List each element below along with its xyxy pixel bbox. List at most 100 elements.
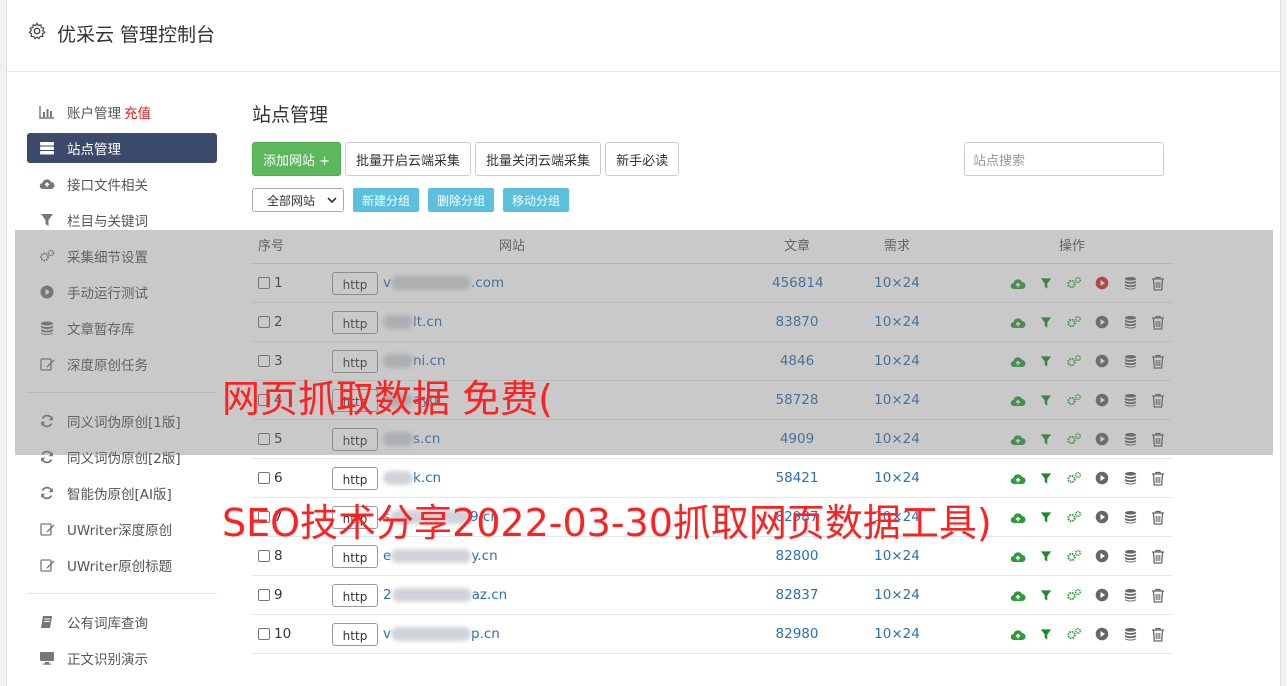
row-number: 8	[274, 548, 283, 564]
site-suffix: y.cn	[471, 548, 498, 564]
sidebar-item-11[interactable]: UWriter深度原创	[27, 511, 217, 547]
site-link[interactable]: e y.cn	[383, 548, 498, 564]
http-badge[interactable]: http	[332, 466, 378, 490]
cogs-icon[interactable]	[1060, 627, 1088, 641]
site-suffix: k.cn	[413, 470, 442, 486]
chevron-down-icon	[327, 197, 337, 204]
trash-icon[interactable]	[1144, 471, 1172, 486]
sidebar-item-label: 公有词库查询	[67, 616, 148, 632]
refresh-icon	[39, 485, 55, 501]
cogs-icon[interactable]	[1060, 471, 1088, 485]
sidebar-item-label: 账户管理	[67, 106, 121, 122]
site-prefix: 2	[383, 587, 392, 603]
group-bar: 全部网站 新建分组 删除分组 移动分组	[252, 188, 570, 212]
sidebar-item-1[interactable]: 站点管理	[27, 133, 217, 163]
filter-icon[interactable]	[1032, 589, 1060, 602]
batch-close-button[interactable]: 批量关闭云端采集	[475, 142, 602, 176]
filter-icon[interactable]	[1032, 472, 1060, 485]
site-link[interactable]: v p.cn	[383, 626, 500, 642]
sidebar-item-14[interactable]: 正文识别演示	[27, 640, 217, 676]
articles-count[interactable]: 82837	[772, 587, 822, 603]
trash-icon[interactable]	[1144, 549, 1172, 564]
row-checkbox[interactable]	[258, 628, 270, 640]
row-number-cell: 6	[252, 470, 332, 486]
group-select-value: 全部网站	[267, 193, 316, 208]
site-cell: http v p.cn	[332, 622, 772, 646]
play-icon[interactable]	[1088, 471, 1116, 485]
http-badge[interactable]: http	[332, 544, 378, 568]
group-select[interactable]: 全部网站	[252, 188, 344, 212]
play-icon[interactable]	[1088, 549, 1116, 563]
need-value[interactable]: 10×24	[822, 470, 972, 486]
site-search-input[interactable]: 站点搜索	[964, 142, 1164, 176]
cloud-upload-icon[interactable]	[1004, 550, 1032, 563]
redaction-blur	[391, 627, 471, 641]
delete-group-button[interactable]: 删除分组	[428, 188, 495, 212]
database-icon[interactable]	[1116, 627, 1144, 641]
row-actions	[972, 627, 1172, 642]
page-title: 站点管理	[252, 104, 329, 126]
cogs-icon[interactable]	[1060, 588, 1088, 602]
row-checkbox[interactable]	[258, 472, 270, 484]
new-group-button[interactable]: 新建分组	[353, 188, 420, 212]
filter-icon[interactable]	[1032, 628, 1060, 641]
database-icon[interactable]	[1116, 471, 1144, 485]
filter-icon[interactable]	[1032, 550, 1060, 563]
trash-icon[interactable]	[1144, 627, 1172, 642]
recharge-link[interactable]: 充值	[124, 102, 151, 122]
batch-open-button[interactable]: 批量开启云端采集	[345, 142, 472, 176]
sidebar-item-10[interactable]: 智能伪原创[AI版]	[27, 475, 217, 511]
row-checkbox[interactable]	[258, 550, 270, 562]
toolbar: 添加网站 + 批量开启云端采集 批量关闭云端采集 新手必读	[252, 142, 680, 176]
table-row: 10 http v p.cn 82980 10×24	[252, 615, 1172, 654]
site-link[interactable]: 2 az.cn	[383, 587, 507, 603]
main-content: 站点管理 添加网站 + 批量开启云端采集 批量关闭云端采集 新手必读 站点搜索 …	[252, 100, 1172, 654]
cogs-icon[interactable]	[1060, 510, 1088, 524]
sidebar-item-label: 接口文件相关	[67, 178, 148, 194]
row-number: 6	[274, 470, 283, 486]
cloud-upload-icon[interactable]	[1004, 511, 1032, 524]
play-icon[interactable]	[1088, 588, 1116, 602]
articles-count[interactable]: 58421	[772, 470, 822, 486]
articles-count[interactable]: 82800	[772, 548, 822, 564]
site-suffix: p.cn	[471, 626, 500, 642]
database-icon[interactable]	[1116, 510, 1144, 524]
database-icon[interactable]	[1116, 549, 1144, 563]
sidebar-item-12[interactable]: UWriter原创标题	[27, 547, 217, 583]
redaction-blur	[391, 588, 472, 602]
cloud-upload-icon[interactable]	[1004, 628, 1032, 641]
gear-icon[interactable]	[28, 22, 46, 40]
sidebar-item-label: 站点管理	[67, 142, 121, 158]
guide-button[interactable]: 新手必读	[605, 142, 680, 176]
http-badge[interactable]: http	[332, 622, 378, 646]
move-group-button[interactable]: 移动分组	[503, 188, 570, 212]
sidebar-separator	[27, 593, 217, 594]
trash-icon[interactable]	[1144, 510, 1172, 525]
play-icon[interactable]	[1088, 627, 1116, 641]
watermark-line-2: SEO技术分享2022-03-30抓取网页数据工具)	[222, 501, 992, 545]
http-badge[interactable]: http	[332, 583, 378, 607]
site-link[interactable]: k.cn	[383, 470, 441, 486]
top-bar: 优采云 管理控制台	[7, 0, 1280, 72]
book-icon	[39, 614, 55, 630]
articles-count[interactable]: 82980	[772, 626, 822, 642]
need-value[interactable]: 10×24	[822, 626, 972, 642]
sidebar-item-13[interactable]: 公有词库查询	[27, 604, 217, 640]
cloud-upload-icon[interactable]	[1004, 589, 1032, 602]
need-value[interactable]: 10×24	[822, 587, 972, 603]
play-icon[interactable]	[1088, 510, 1116, 524]
need-value[interactable]: 10×24	[822, 548, 972, 564]
sidebar-item-2[interactable]: 接口文件相关	[27, 166, 217, 202]
sidebar-item-0[interactable]: 账户管理 充值	[27, 94, 217, 130]
redaction-blur	[391, 549, 472, 563]
add-site-button[interactable]: 添加网站 +	[252, 142, 342, 176]
cogs-icon[interactable]	[1060, 549, 1088, 563]
trash-icon[interactable]	[1144, 588, 1172, 603]
row-number-cell: 8	[252, 548, 332, 564]
cloud-upload-icon[interactable]	[1004, 472, 1032, 485]
row-checkbox[interactable]	[258, 589, 270, 601]
site-cell: http e y.cn	[332, 544, 772, 568]
filter-icon[interactable]	[1032, 511, 1060, 524]
monitor-icon	[39, 650, 55, 666]
database-icon[interactable]	[1116, 588, 1144, 602]
